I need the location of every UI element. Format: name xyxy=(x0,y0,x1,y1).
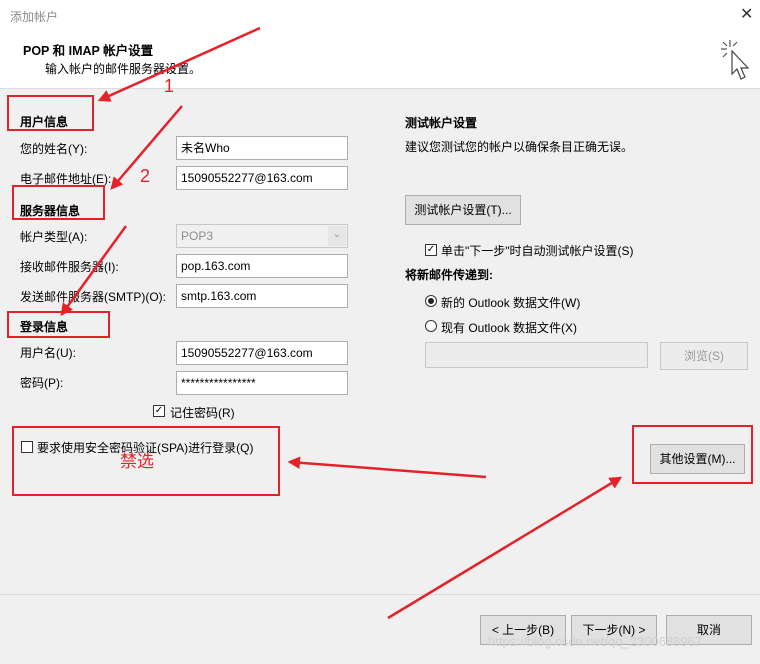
annotation-note: 禁选 xyxy=(120,452,154,471)
password-field[interactable]: **************** xyxy=(176,371,348,395)
cursor-sparkle-icon xyxy=(721,40,750,80)
email-field[interactable]: 15090552277@163.com xyxy=(176,166,348,190)
auto-test-checkbox[interactable]: ✓ xyxy=(425,244,437,256)
password-label: 密码(P): xyxy=(20,376,64,390)
remember-password-label: 记住密码(R) xyxy=(170,406,235,420)
annotation-box-login-info xyxy=(7,311,110,338)
account-type-label: 帐户类型(A): xyxy=(20,230,88,244)
title-bar xyxy=(0,0,760,30)
page-subtitle: 输入帐户的邮件服务器设置。 xyxy=(45,62,202,76)
test-account-button[interactable]: 测试帐户设置(T)... xyxy=(405,195,521,225)
test-settings-desc: 建议您测试您的帐户以确保条目正确无误。 xyxy=(405,140,634,154)
outgoing-server-label: 发送邮件服务器(SMTP)(O): xyxy=(20,290,166,304)
annotation-box-more-settings xyxy=(632,425,753,484)
new-data-file-label: 新的 Outlook 数据文件(W) xyxy=(441,296,581,310)
username-field[interactable]: 15090552277@163.com xyxy=(176,341,348,365)
account-type-value: POP3 xyxy=(181,229,214,243)
existing-data-file-radio[interactable] xyxy=(425,320,437,332)
chevron-down-icon[interactable]: ⌄ xyxy=(328,226,346,246)
username-label: 用户名(U): xyxy=(20,346,76,360)
close-icon[interactable]: ✕ xyxy=(740,4,753,24)
annotation-number-1: 1 xyxy=(164,76,175,96)
deliver-heading: 将新邮件传递到: xyxy=(405,268,493,282)
test-settings-heading: 测试帐户设置 xyxy=(405,116,478,130)
auto-test-label: 单击"下一步"时自动测试帐户设置(S) xyxy=(441,244,634,258)
existing-data-file-label: 现有 Outlook 数据文件(X) xyxy=(441,321,578,335)
data-file-path-field[interactable] xyxy=(425,342,648,368)
browse-button[interactable]: 浏览(S) xyxy=(660,342,748,370)
annotation-box-user-info xyxy=(7,95,94,131)
window-title: 添加帐户 xyxy=(10,10,59,24)
incoming-server-label: 接收邮件服务器(I): xyxy=(20,260,119,274)
annotation-box-server-info xyxy=(12,185,105,220)
annotation-number-2: 2 xyxy=(140,166,151,186)
name-label: 您的姓名(Y): xyxy=(20,142,88,156)
watermark: https://blog.csdn.net/qq_2300688967 xyxy=(488,634,702,649)
outgoing-server-field[interactable]: smtp.163.com xyxy=(176,284,348,308)
name-field[interactable]: 未名Who xyxy=(176,136,348,160)
remember-password-checkbox[interactable]: ✓ xyxy=(153,405,165,417)
new-data-file-radio[interactable] xyxy=(425,295,437,307)
page-title: POP 和 IMAP 帐户设置 xyxy=(23,44,154,58)
incoming-server-field[interactable]: pop.163.com xyxy=(176,254,348,278)
account-type-select[interactable]: POP3 ⌄ xyxy=(176,224,348,248)
